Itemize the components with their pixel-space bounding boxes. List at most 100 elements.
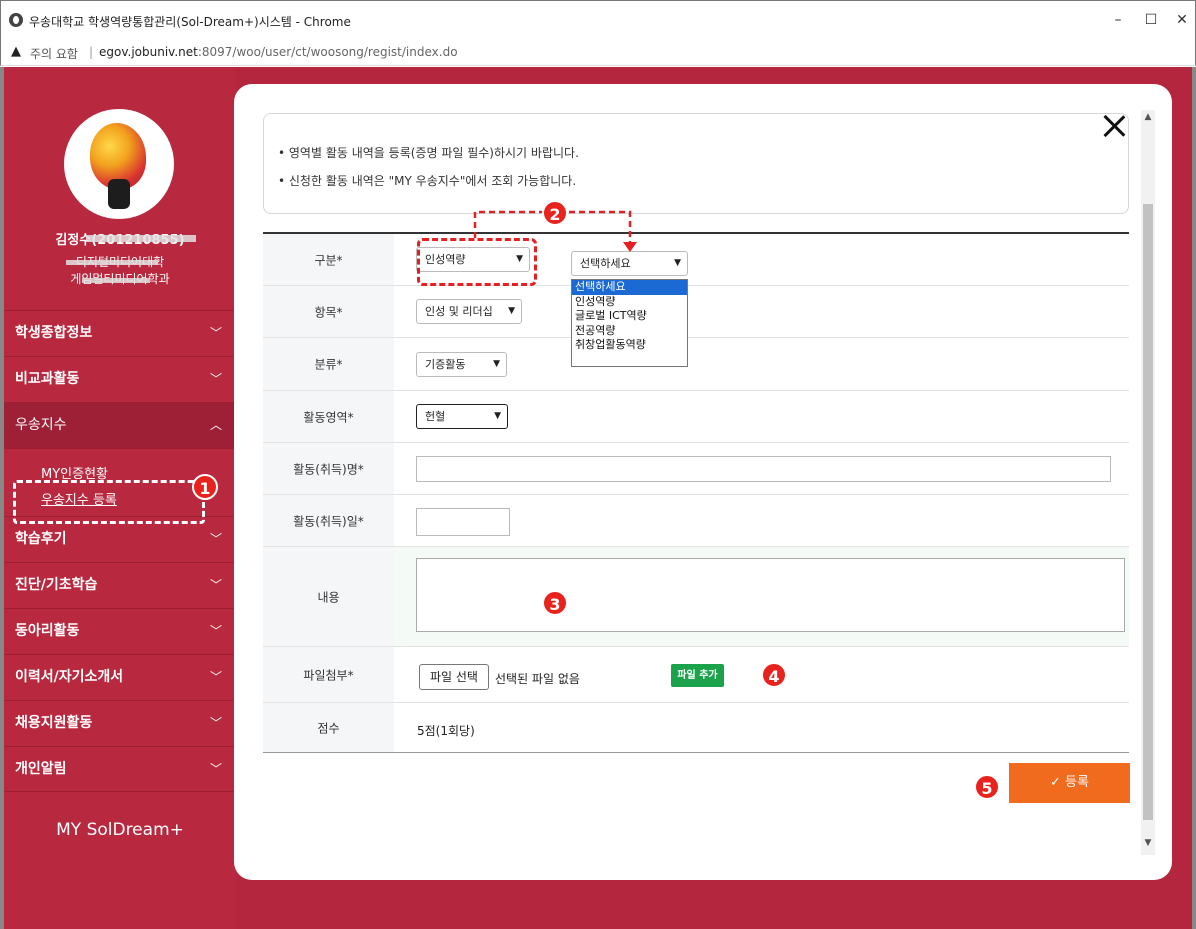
field-label: 항목* (263, 286, 394, 337)
content-textarea[interactable] (416, 558, 1125, 632)
menu-label: 이력서/자기소개서 (15, 669, 124, 685)
chevron-down-icon: ▼ (508, 306, 515, 316)
annotation-badge: 4 (761, 662, 787, 688)
avatar (64, 109, 174, 219)
chevron-down-icon: ﹀ (209, 532, 222, 546)
minimize-button[interactable]: – (1105, 9, 1131, 31)
url-host: egov.jobuniv.net (99, 45, 198, 59)
url-text[interactable]: egov.jobuniv.net:8097/woo/user/ct/wooson… (99, 45, 458, 59)
form-row-category: 구분* (263, 234, 1129, 286)
content-label: 내용 (317, 590, 340, 604)
annotation-highlight-box (13, 480, 205, 524)
sidebar-brand[interactable]: MY SolDream+ (4, 820, 236, 840)
score-label: 점수 (317, 721, 340, 735)
field-label: 내용 (263, 547, 394, 646)
form-row-item: 항목* (263, 286, 1129, 338)
area-label: 활동영역* (303, 410, 354, 424)
dropdown-option[interactable]: 취창업활동역량 (572, 338, 687, 353)
maximize-button[interactable]: ☐ (1138, 9, 1164, 31)
sidebar-item-job-support[interactable]: 채용지원활동 ﹀ (4, 700, 236, 746)
file-label: 파일첨부* (303, 668, 354, 682)
notice-box: • 영역별 활동 내역을 등록(증명 파일 필수)하시기 바랍니다. • 신청한… (263, 113, 1129, 214)
submit-button[interactable]: ✓ 등록 (1009, 763, 1130, 803)
form-row-score: 점수 (263, 703, 1129, 753)
scroll-up-arrow-icon[interactable]: ▲ (1141, 112, 1155, 122)
name-label: 활동(취득)명* (293, 462, 364, 476)
chevron-down-icon: ﹀ (209, 372, 222, 386)
annotation-badge: 2 (542, 200, 568, 226)
chrome-app-icon (9, 13, 23, 27)
address-bar[interactable]: ▲ 주의 요함 | egov.jobuniv.net:8097/woo/user… (0, 40, 1196, 66)
form-row-classification: 분류* (263, 338, 1129, 391)
menu-label: 개인알림 (15, 761, 67, 777)
close-icon[interactable] (1098, 110, 1130, 142)
file-select-button[interactable]: 파일 선택 (419, 664, 489, 690)
sidebar-item-student-info[interactable]: 학생종합정보 ﹀ (4, 310, 236, 356)
form-row-area: 활동영역* (263, 391, 1129, 443)
warning-icon: ▲ (11, 44, 21, 59)
field-label: 분류* (263, 338, 394, 390)
menu-label: 동아리활동 (15, 623, 80, 639)
item-label: 항목* (314, 305, 343, 319)
sidebar-item-notifications[interactable]: 개인알림 ﹀ (4, 746, 236, 792)
form-row-date: 활동(취득)일* (263, 495, 1129, 547)
field-label: 파일첨부* (263, 647, 394, 702)
sidebar-item-extracurricular[interactable]: 비교과활동 ﹀ (4, 356, 236, 402)
classification-label: 분류* (314, 357, 343, 372)
field-label: 구분* (263, 234, 394, 285)
sidebar-item-club[interactable]: 동아리활동 ﹀ (4, 608, 236, 654)
scroll-down-arrow-icon[interactable]: ▼ (1141, 838, 1155, 848)
sidebar-item-diagnosis[interactable]: 진단/기초학습 ﹀ (4, 562, 236, 608)
window-title: 우송대학교 학생역량통합관리(Sol-Dream+)시스템 - Chrome (29, 15, 351, 29)
security-warning[interactable]: 주의 요함 (30, 45, 78, 62)
dropdown-option[interactable]: 선택하세요 (572, 280, 687, 295)
annotation-badge: 1 (192, 474, 218, 500)
chevron-down-icon: ▼ (674, 258, 681, 268)
field-value (394, 703, 1129, 752)
chevron-down-icon: ﹀ (209, 578, 222, 592)
menu-label: 학습후기 (15, 531, 67, 547)
menu-label: 채용지원활동 (15, 715, 93, 731)
category-label: 구분* (314, 253, 343, 267)
file-status: 선택된 파일 없음 (495, 672, 580, 686)
menu-label: 진단/기초학습 (15, 577, 98, 593)
chevron-down-icon: ﹀ (209, 624, 222, 638)
redaction-bar (66, 260, 158, 265)
field-label: 활동(취득)일* (263, 495, 394, 546)
annotation-badge: 5 (974, 774, 1000, 800)
chevron-down-icon: ▼ (493, 359, 500, 369)
chevron-down-icon: ﹀ (209, 762, 222, 776)
sidebar-item-woosong-index[interactable]: 우송지수 ︿ (4, 402, 236, 448)
category-secondary-value: 선택하세요 (580, 257, 631, 270)
area-value: 헌혈 (425, 410, 446, 423)
menu-label: 우송지수 (15, 417, 67, 433)
classification-select[interactable]: 기증활동 ▼ (416, 352, 507, 377)
annotation-badge: 3 (542, 590, 568, 616)
date-label: 활동(취득)일* (293, 514, 364, 528)
field-label: 점수 (263, 703, 394, 752)
redaction-bar (82, 278, 150, 283)
score-value: 5점(1회당) (417, 724, 475, 738)
redaction-bar (86, 235, 196, 242)
activity-date-input[interactable] (416, 508, 510, 536)
chevron-up-icon: ︿ (209, 418, 222, 432)
field-label: 활동영역* (263, 391, 394, 442)
close-window-button[interactable]: ✕ (1169, 9, 1195, 31)
item-select[interactable]: 인성 및 리더십 ▼ (416, 299, 522, 324)
dropdown-option[interactable]: 인성역량 (572, 295, 687, 310)
menu-label: 비교과활동 (15, 371, 80, 387)
add-file-button[interactable]: 파일 추가 (671, 664, 724, 687)
scrollbar-thumb[interactable] (1143, 204, 1153, 820)
dropdown-option[interactable]: 글로벌 ICT역량 (572, 309, 687, 324)
category-dropdown-list[interactable]: 선택하세요 인성역량 글로벌 ICT역량 전공역량 취창업활동역량 (571, 279, 688, 367)
field-label: 활동(취득)명* (263, 443, 394, 494)
chevron-down-icon: ﹀ (209, 326, 222, 340)
area-select[interactable]: 헌혈 ▼ (416, 404, 508, 429)
sidebar-item-resume[interactable]: 이력서/자기소개서 ﹀ (4, 654, 236, 700)
notice-line-1: • 영역별 활동 내역을 등록(증명 파일 필수)하시기 바랍니다. (278, 146, 579, 160)
address-separator: | (89, 45, 94, 59)
chevron-down-icon: ▼ (494, 411, 501, 421)
window-titlebar: 우송대학교 학생역량통합관리(Sol-Dream+)시스템 - Chrome –… (0, 0, 1196, 40)
dropdown-option[interactable]: 전공역량 (572, 324, 687, 339)
activity-name-input[interactable] (416, 456, 1111, 482)
